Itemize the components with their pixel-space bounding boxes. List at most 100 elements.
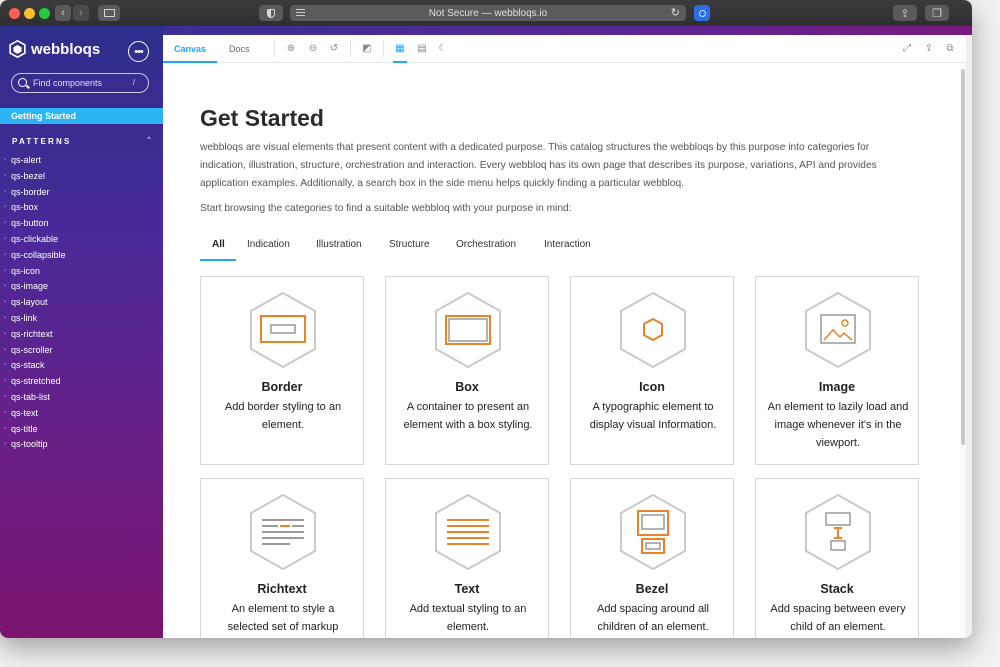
search-input[interactable] (33, 76, 129, 90)
card-stack[interactable]: Stack Add spacing between every child of… (755, 478, 919, 638)
caret-right-icon: › (4, 378, 6, 385)
reader-icon (296, 9, 305, 17)
sidebar-item-label: qs-link (11, 312, 38, 323)
page-title: Get Started (200, 105, 324, 131)
window-edge (966, 35, 972, 638)
card-title: Bezel (635, 582, 669, 596)
search-box: / (11, 73, 149, 93)
sidebar-toggle-button[interactable] (98, 5, 120, 21)
zoom-window-button[interactable] (39, 8, 50, 19)
sidebar-item-label: qs-text (11, 407, 39, 418)
caret-right-icon: › (4, 362, 6, 369)
main-panel: Canvas Docs ⊕ ⊖ ↺ ◩ ▦ ▤ ☾ ⤢ ⇪ ⧉ Get Star… (163, 26, 972, 638)
grid-icon[interactable]: ▦ (394, 43, 406, 55)
caret-right-icon: › (4, 441, 6, 448)
outline-icon[interactable]: ▤ (416, 43, 428, 55)
card-border[interactable]: Border Add border styling to an element. (200, 276, 364, 465)
card-richtext[interactable]: Richtext An element to style a selected … (200, 478, 364, 638)
caret-right-icon: › (4, 346, 6, 353)
sidebar-item-qs-layout[interactable]: › qs-layout (0, 295, 163, 311)
sidebar-item-qs-stretched[interactable]: › qs-stretched (0, 374, 163, 390)
share-button[interactable]: ⇪ (893, 5, 917, 21)
tab-interaction[interactable]: Interaction (533, 237, 613, 263)
card-description: A typographic element to display visual … (589, 401, 717, 431)
tab-canvas[interactable]: Canvas (174, 44, 206, 54)
forward-button[interactable]: › (73, 5, 89, 21)
background-icon[interactable]: ◩ (361, 43, 373, 55)
open-new-tab-icon[interactable]: ⇪ (923, 43, 935, 55)
minimize-window-button[interactable] (24, 8, 35, 19)
docs-content: Get Started webbloqs are visual elements… (163, 63, 960, 638)
sidebar-item-qs-box[interactable]: › qs-box (0, 200, 163, 216)
patterns-section-header[interactable]: PATTERNS ⌃ (12, 137, 152, 146)
address-bar[interactable]: Not Secure — webbloqs.io ↻ (290, 5, 686, 21)
scrollbar-thumb[interactable] (961, 69, 965, 445)
icon-illustration-icon (620, 291, 686, 369)
tab-all[interactable]: All (200, 237, 236, 263)
expand-collapse-icon[interactable]: ⌃ (146, 136, 152, 144)
sidebar-item-qs-image[interactable]: › qs-image (0, 279, 163, 295)
sidebar-item-qs-scroller[interactable]: › qs-scroller (0, 343, 163, 359)
card-box[interactable]: Box A container to present an element wi… (385, 276, 549, 465)
sidebar-item-label: qs-button (11, 218, 49, 229)
back-button[interactable]: ‹ (55, 5, 71, 21)
text-illustration-icon (435, 493, 501, 571)
caret-right-icon: › (4, 235, 6, 242)
close-window-button[interactable] (9, 8, 20, 19)
zoom-out-icon[interactable]: ⊖ (307, 43, 319, 55)
sidebar-item-qs-text[interactable]: › qs-text (0, 406, 163, 422)
tab-illustration[interactable]: Illustration (305, 237, 378, 263)
zoom-in-icon[interactable]: ⊕ (285, 43, 297, 55)
browser-toolbar: ‹ › Not Secure — webbloqs.io ↻ ⇪ ❐ (0, 0, 972, 26)
sidebar-item-label: qs-collapsible (11, 249, 66, 260)
caret-right-icon: › (4, 172, 6, 179)
sidebar-item-qs-collapsible[interactable]: › qs-collapsible (0, 248, 163, 264)
card-bezel[interactable]: Bezel Add spacing around all children of… (570, 478, 734, 638)
sidebar-item-qs-clickable[interactable]: › qs-clickable (0, 232, 163, 248)
border-illustration-icon (250, 291, 316, 369)
tab-docs[interactable]: Docs (229, 44, 250, 54)
reload-icon[interactable]: ↻ (671, 6, 680, 19)
tab-indication[interactable]: Indication (236, 237, 305, 263)
tabs-overview-button[interactable]: ❐ (925, 5, 949, 21)
sidebar-item-qs-alert[interactable]: › qs-alert (0, 153, 163, 169)
card-icon[interactable]: Icon A typographic element to display vi… (570, 276, 734, 465)
copy-link-icon[interactable]: ⧉ (944, 43, 956, 55)
brand-logo[interactable]: webbloqs (9, 40, 100, 58)
card-title: Border (261, 380, 303, 394)
privacy-shield-button[interactable] (259, 5, 283, 21)
tab-structure[interactable]: Structure (378, 237, 445, 263)
caret-right-icon: › (4, 188, 6, 195)
card-title: Text (454, 582, 480, 596)
card-text[interactable]: Text Add textual styling to an element. (385, 478, 549, 638)
tabs-icon: ❐ (932, 7, 942, 20)
sidebar-item-qs-tooltip[interactable]: › qs-tooltip (0, 437, 163, 453)
card-title: Richtext (257, 582, 307, 596)
card-title: Box (455, 380, 479, 394)
sidebar-item-qs-tab-list[interactable]: › qs-tab-list (0, 390, 163, 406)
card-image[interactable]: Image An element to lazily load and imag… (755, 276, 919, 465)
tab-orchestration[interactable]: Orchestration (445, 237, 533, 263)
extension-icon[interactable] (694, 5, 710, 21)
sidebar-item-qs-title[interactable]: › qs-title (0, 422, 163, 438)
fullscreen-icon[interactable]: ⤢ (901, 43, 913, 55)
sidebar-item-qs-icon[interactable]: › qs-icon (0, 264, 163, 280)
sidebar-item-qs-border[interactable]: › qs-border (0, 185, 163, 201)
more-options-button[interactable]: ••• (128, 41, 149, 62)
sidebar-item-label: qs-alert (11, 155, 42, 165)
toolbar-divider (274, 41, 275, 57)
card-title: Image (818, 380, 856, 394)
shield-icon (267, 8, 275, 18)
box-illustration-icon (435, 291, 501, 369)
sidebar-item-qs-bezel[interactable]: › qs-bezel (0, 169, 163, 185)
moon-icon[interactable]: ☾ (437, 43, 449, 55)
sidebar-item-qs-stack[interactable]: › qs-stack (0, 358, 163, 374)
sidebar-item-qs-button[interactable]: › qs-button (0, 216, 163, 232)
zoom-reset-icon[interactable]: ↺ (328, 43, 340, 55)
caret-right-icon: › (4, 157, 6, 163)
sidebar-item-qs-richtext[interactable]: › qs-richtext (0, 327, 163, 343)
sidebar-item-getting-started[interactable]: Getting Started (0, 108, 163, 124)
sidebar: webbloqs ••• / Getting Started PATTERNS … (0, 26, 163, 638)
sidebar-item-qs-link[interactable]: › qs-link (0, 311, 163, 327)
preview-toolbar: Canvas Docs ⊕ ⊖ ↺ ◩ ▦ ▤ ☾ ⤢ ⇪ ⧉ (163, 35, 966, 63)
